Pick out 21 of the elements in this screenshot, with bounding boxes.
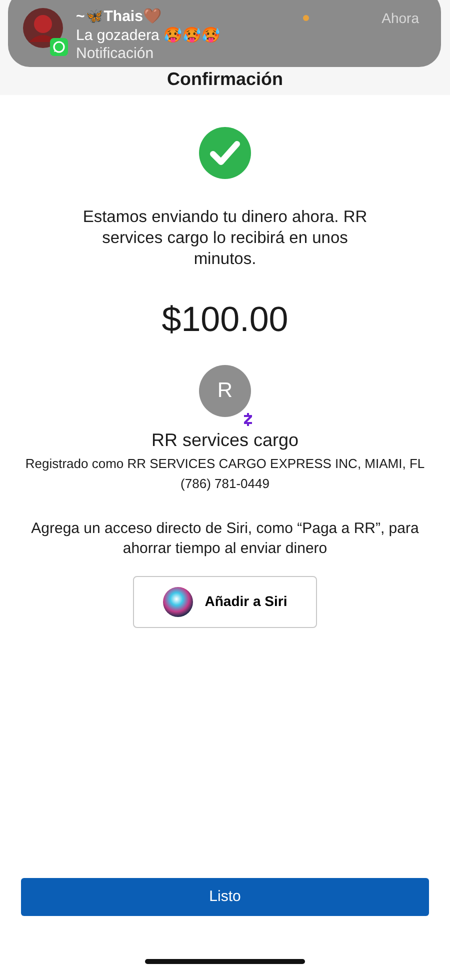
- notification-subtitle: Notificación: [76, 45, 155, 64]
- recipient-avatar: R: [199, 364, 251, 416]
- screen-title: Confirmación: [166, 68, 283, 91]
- notification-time: Ahora: [382, 9, 419, 28]
- phone-number: (786) 781-0449: [180, 474, 270, 493]
- done-button[interactable]: Listo: [21, 878, 429, 916]
- siri-icon: [162, 586, 193, 616]
- notification-message: La gozadera 🥵🥵🥵: [76, 26, 222, 45]
- success-check-icon: [199, 127, 251, 179]
- sender-name: ~🦋Thais🤎: [76, 8, 163, 26]
- amount: $100.00: [162, 299, 288, 341]
- contact-avatar: [23, 8, 63, 48]
- whatsapp-icon: [50, 38, 68, 56]
- siri-message: Agrega un acceso directo de Siri, como “Paga a RR”, para ahorrar tiempo al enviar dinero: [30, 518, 420, 558]
- status-message: Estamos enviando tu dinero ahora. RR services cargo lo recibirá en unos minutos.: [82, 207, 368, 270]
- unread-dot: [302, 15, 309, 21]
- registered-name: Registrado como RR SERVICES CARGO EXPRESS INC, MIAMI, FL: [25, 454, 425, 473]
- notification-banner[interactable]: ~🦋Thais🤎 La gozadera 🥵🥵🥵 Notificación Ahora: [8, 0, 441, 67]
- recipient-name: RR services cargo: [151, 428, 299, 452]
- zelle-icon: [241, 410, 255, 426]
- add-to-siri-button[interactable]: Añadir a Siri: [133, 576, 317, 628]
